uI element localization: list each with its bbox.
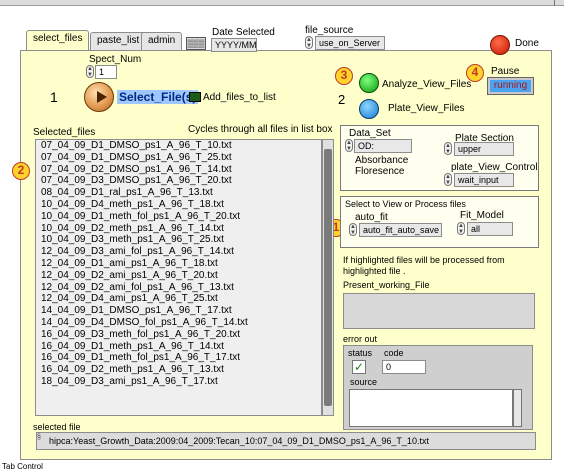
done-label: Done — [515, 38, 539, 49]
error-status-label: status — [348, 348, 373, 358]
date-selected-label: Date Selected — [212, 27, 275, 38]
list-item[interactable]: 08_04_09_D1_ral_ps1_A_96_T_13.txt — [36, 187, 321, 199]
auto-fit-label: auto_fit — [355, 212, 388, 223]
date-selected-field[interactable]: YYYY/MM — [211, 38, 257, 52]
list-item[interactable]: 07_04_09_D1_DMSO_ps1_A_96_T_25.txt — [36, 152, 321, 164]
list-item[interactable]: 12_04_09_D2_ami_fol_ps1_A_96_T_13.txt — [36, 282, 321, 294]
data-set-option-absorbance[interactable]: Absorbance — [355, 155, 408, 166]
file-source-field[interactable]: use_on_Server — [315, 36, 385, 50]
data-set-option-floresence[interactable]: Floresence — [355, 166, 404, 177]
error-code-field[interactable]: 0 — [382, 360, 426, 374]
plate-view-control-field[interactable]: wait_input — [454, 173, 514, 187]
badge-two: 2 — [12, 162, 30, 180]
list-item[interactable]: 14_04_09_D4_DMSO_fol_ps1_A_96_T_14.txt — [36, 317, 321, 329]
tab-select-files[interactable]: select_files — [26, 30, 90, 50]
cycles-label: Cycles through all files in list box — [188, 124, 333, 135]
list-item[interactable]: 12_04_09_D4_ami_ps1_A_96_T_25.txt — [36, 293, 321, 305]
resize-corner[interactable] — [554, 0, 562, 6]
error-source-label: source — [350, 377, 378, 387]
plate-view-button[interactable] — [359, 99, 379, 119]
fit-model-field[interactable]: all — [467, 222, 513, 236]
file-source-stepper[interactable]: ▲ ▼ — [305, 36, 313, 49]
fit-model-stepper[interactable]: ▲ ▼ — [457, 222, 465, 235]
list-item[interactable]: 07_04_09_D1_DMSO_ps1_A_96_T_10.txt — [36, 140, 321, 152]
plate-view-control-stepper[interactable]: ▲ ▼ — [444, 173, 452, 186]
badge-four: 4 — [466, 64, 484, 82]
badge-three: 3 — [335, 67, 353, 85]
list-item[interactable]: 18_04_09_D3_ami_ps1_A_96_T_17.txt — [36, 376, 321, 388]
window-top-bar — [0, 0, 564, 6]
data-set-field[interactable]: OD: — [354, 139, 412, 153]
selected-file-path[interactable]: hipca:Yeast_Growth_Data:2009:04_2009:Tec… — [36, 432, 536, 450]
marker-one: 1 — [50, 89, 58, 105]
select-files-label[interactable]: Select_File(s) — [117, 90, 199, 104]
pause-label: Pause — [491, 66, 520, 77]
spect-num-label: Spect_Num — [89, 54, 142, 65]
spect-num-field[interactable]: 1 — [95, 65, 117, 79]
list-item[interactable]: 16_04_09_D1_meth_fol_ps1_A_96_T_17.txt — [36, 352, 321, 364]
path-icon: § — [37, 434, 41, 441]
pause-toggle[interactable]: running — [487, 77, 534, 95]
list-item[interactable]: 12_04_09_D1_ami_ps1_A_96_T_18.txt — [36, 258, 321, 270]
list-item[interactable]: 16_04_09_D2_meth_ps1_A_96_T_13.txt — [36, 364, 321, 376]
listbox-scrollbar[interactable] — [322, 139, 334, 416]
scroll-thumb[interactable] — [324, 149, 332, 406]
done-button[interactable] — [490, 35, 510, 55]
list-item[interactable]: 07_04_09_D2_DMSO_ps1_A_96_T_14.txt — [36, 164, 321, 176]
error-out-label: error out — [343, 334, 378, 344]
list-item[interactable]: 16_04_09_D3_meth_fol_ps1_A_96_T_20.txt — [36, 329, 321, 341]
select-view-label: Select to View or Process files — [345, 199, 466, 209]
error-source-field[interactable] — [349, 389, 513, 427]
tab-admin[interactable]: admin — [141, 32, 183, 50]
plate-view-control-label: plate_View_Control — [451, 162, 538, 173]
auto-fit-field[interactable]: auto_fit_auto_save — [359, 223, 442, 237]
present-working-file-label: Present_working_File — [343, 280, 430, 290]
add-files-checkbox[interactable] — [189, 92, 201, 102]
list-item[interactable]: 10_04_09_D4_meth_ps1_A_96_T_18.txt — [36, 199, 321, 211]
file-source-label: file_source — [305, 25, 354, 36]
plate-view-label: Plate_View_Files — [388, 103, 465, 114]
data-set-label: Data_Set — [349, 128, 391, 139]
list-item[interactable]: 10_04_09_D2_meth_ps1_A_96_T_14.txt — [36, 223, 321, 235]
error-code-label: code — [384, 348, 404, 358]
selected-files-label: Selected_files — [33, 127, 96, 138]
plate-section-stepper[interactable]: ▲ ▼ — [444, 142, 452, 155]
marker-two: 2 — [338, 92, 346, 107]
fit-model-label: Fit_Model — [460, 210, 504, 221]
list-item[interactable]: 07_04_09_D3_DMSO_ps1_A_96_T_20.txt — [36, 175, 321, 187]
list-item[interactable]: 12_04_09_D2_ami_ps1_A_96_T_20.txt — [36, 270, 321, 282]
highlight-note: If highlighted files will be processed f… — [343, 255, 505, 276]
spect-num-stepper[interactable]: ▲ ▼ — [86, 65, 94, 78]
play-icon — [97, 91, 107, 103]
auto-fit-stepper[interactable]: ▲ ▼ — [349, 223, 357, 236]
list-item[interactable]: 14_04_09_D1_DMSO_ps1_A_96_T_17.txt — [36, 305, 321, 317]
tab-paste-list[interactable]: paste_list — [90, 32, 147, 50]
present-working-file-field[interactable] — [343, 293, 535, 329]
analyze-view-label: Analyze_View_Files — [382, 79, 472, 90]
selected-file-label: selected file — [33, 422, 81, 432]
panel-icon: ▒▒▒ — [186, 37, 206, 50]
add-files-label: Add_files_to_list — [203, 92, 276, 103]
selected-files-listbox[interactable]: 07_04_09_D1_DMSO_ps1_A_96_T_10.txt 07_04_… — [35, 139, 322, 416]
list-item[interactable]: 10_04_09_D3_meth_ps1_A_96_T_25.txt — [36, 234, 321, 246]
list-item[interactable]: 10_04_09_D1_meth_fol_ps1_A_96_T_20.txt — [36, 211, 321, 223]
error-source-scrollbar[interactable] — [513, 389, 522, 427]
data-set-stepper[interactable]: ▲ ▼ — [345, 139, 353, 152]
plate-section-field[interactable]: upper — [454, 142, 514, 156]
list-item[interactable]: 12_04_09_D3_ami_fol_ps1_A_96_T_14.txt — [36, 246, 321, 258]
analyze-view-button[interactable] — [359, 73, 379, 93]
list-item[interactable]: 16_04_09_D1_meth_ps1_A_96_T_14.txt — [36, 341, 321, 353]
check-icon: ✓ — [352, 360, 366, 374]
